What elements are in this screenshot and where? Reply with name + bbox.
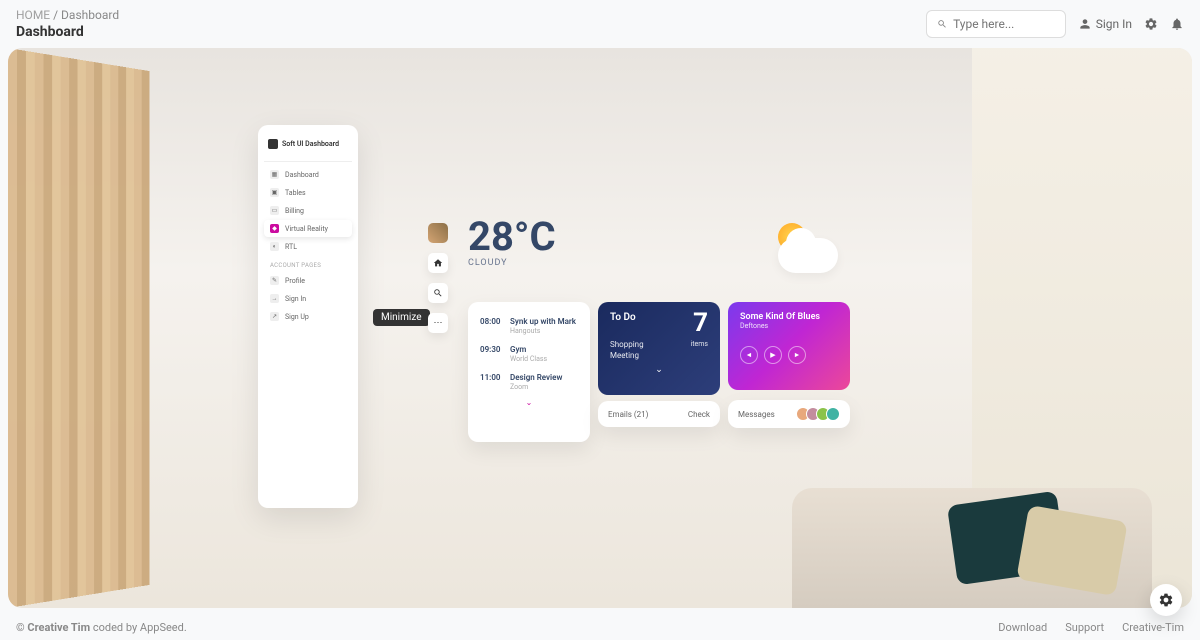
play-button[interactable]: ▶	[764, 346, 782, 364]
dashboard-icon: ▦	[270, 170, 279, 179]
app-sidebar: Soft UI Dashboard ▦Dashboard ▣Tables ▭Bi…	[258, 125, 358, 508]
signup-icon: ↗	[270, 312, 279, 321]
minimize-button[interactable]: ⋯	[428, 313, 448, 333]
next-button[interactable]: ►	[788, 346, 806, 364]
hero-background: Soft UI Dashboard ▦Dashboard ▣Tables ▭Bi…	[8, 48, 1192, 608]
footer-link-creative-tim[interactable]: Creative-Tim	[1122, 621, 1184, 634]
search-icon	[433, 288, 443, 298]
search-button[interactable]	[428, 283, 448, 303]
avatar[interactable]	[826, 407, 840, 421]
ellipsis-icon: ⋯	[434, 318, 443, 328]
bell-icon[interactable]	[1170, 17, 1184, 31]
app-logo	[268, 139, 278, 149]
prev-button[interactable]: ◄	[740, 346, 758, 364]
signin-link[interactable]: Sign In	[1078, 17, 1132, 31]
chevron-down-icon[interactable]: ⌄	[480, 398, 578, 407]
chevron-down-icon[interactable]: ⌄	[610, 365, 708, 375]
footer: © Creative Tim coded by AppSeed. Downloa…	[0, 615, 1200, 640]
breadcrumb-current: Dashboard	[61, 8, 119, 22]
sidebar-item-dashboard[interactable]: ▦Dashboard	[264, 166, 352, 183]
search-icon	[937, 18, 947, 30]
sidebar-item-billing[interactable]: ▭Billing	[264, 202, 352, 219]
cloud-icon	[778, 238, 838, 273]
settings-fab[interactable]	[1150, 584, 1182, 616]
schedule-card: 08:00 Synk up with MarkHangouts 09:30 Gy…	[468, 302, 590, 442]
vr-icon: ◆	[270, 224, 279, 233]
footer-link-download[interactable]: Download	[998, 621, 1047, 634]
section-label: ACCOUNT PAGES	[264, 256, 352, 271]
rtl-icon: ◐	[270, 242, 279, 251]
billing-icon: ▭	[270, 206, 279, 215]
home-icon	[433, 258, 443, 268]
page-title: Dashboard	[16, 24, 926, 40]
tables-icon: ▣	[270, 188, 279, 197]
check-link[interactable]: Check	[688, 410, 710, 419]
weather-illustration	[758, 223, 838, 273]
todo-count: 7	[693, 308, 708, 338]
sidebar-item-signin[interactable]: →Sign In	[264, 290, 352, 307]
user-icon	[1078, 17, 1092, 31]
avatar[interactable]	[428, 223, 448, 243]
gear-icon[interactable]	[1144, 17, 1158, 31]
breadcrumb-home[interactable]: HOME	[16, 8, 50, 22]
gear-icon	[1158, 592, 1174, 608]
messages-card[interactable]: Messages	[728, 400, 850, 428]
music-card: Some Kind Of Blues Deftones ◄ ▶ ►	[728, 302, 850, 390]
schedule-item[interactable]: 08:00 Synk up with MarkHangouts	[480, 312, 578, 340]
emails-card[interactable]: Emails (21) Check	[598, 401, 720, 427]
profile-icon: ✎	[270, 276, 279, 285]
minimize-tooltip: Minimize	[373, 309, 430, 326]
search-input[interactable]	[953, 17, 1055, 31]
footer-brand[interactable]: Creative Tim	[27, 621, 90, 634]
sidebar-item-signup[interactable]: ↗Sign Up	[264, 308, 352, 325]
sidebar-item-tables[interactable]: ▣Tables	[264, 184, 352, 201]
sidebar-item-rtl[interactable]: ◐RTL	[264, 238, 352, 255]
footer-link-support[interactable]: Support	[1065, 621, 1104, 634]
signin-icon: →	[270, 294, 279, 303]
sidebar-item-profile[interactable]: ✎Profile	[264, 272, 352, 289]
home-button[interactable]	[428, 253, 448, 273]
search-box[interactable]	[926, 10, 1066, 38]
breadcrumb: HOME / Dashboard	[16, 8, 926, 22]
topbar: HOME / Dashboard Dashboard Sign In	[0, 0, 1200, 48]
todo-card[interactable]: To Do 7 items Shopping Meeting ⌄	[598, 302, 720, 395]
schedule-item[interactable]: 09:30 GymWorld Class	[480, 340, 578, 368]
avatar-group	[800, 407, 840, 421]
schedule-item[interactable]: 11:00 Design ReviewZoom	[480, 368, 578, 396]
app-title: Soft UI Dashboard	[282, 140, 339, 148]
weather-widget: 28°C CLOUDY	[468, 213, 556, 268]
temperature: 28°C	[468, 213, 556, 260]
sidebar-item-virtual-reality[interactable]: ◆Virtual Reality	[264, 220, 352, 237]
